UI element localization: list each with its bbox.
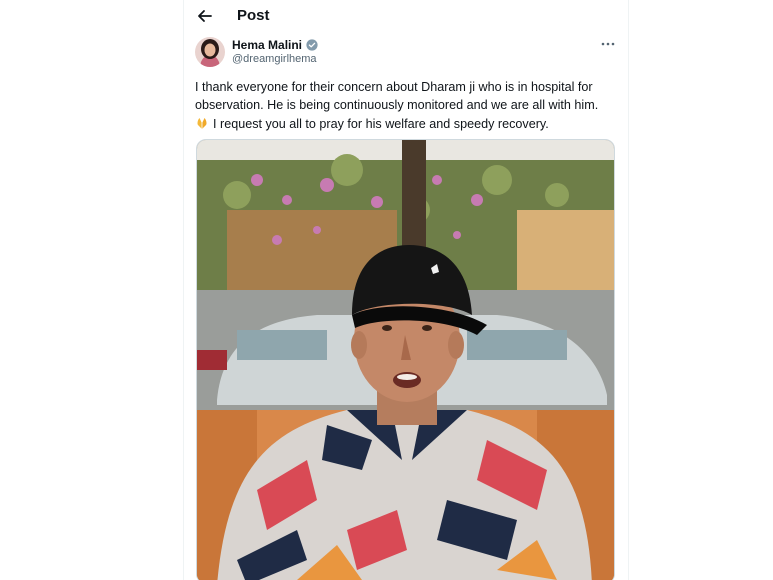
page-title: Post: [237, 7, 270, 24]
more-options-icon[interactable]: [598, 37, 618, 51]
author-handle[interactable]: @dreamgirlhema: [232, 53, 317, 65]
author-name[interactable]: Hema Malini: [232, 38, 302, 52]
tweet-text-line: observation. He is being continuously mo…: [195, 98, 599, 113]
post-column: Post Hema Malini @dreamgirlhema I thank …: [183, 0, 629, 580]
post-header: Post: [184, 0, 628, 34]
avatar[interactable]: [195, 37, 225, 67]
tweet-text-line: I request you all to pray for his welfar…: [195, 115, 620, 133]
folded-hands-emoji: [197, 117, 207, 129]
tweet-text-line-3: I request you all to pray for his welfar…: [213, 116, 549, 131]
arrow-left-icon[interactable]: [194, 6, 216, 26]
author-row: Hema Malini: [232, 38, 318, 52]
tweet-photo[interactable]: [196, 139, 615, 580]
tweet-text-line: I thank everyone for their concern about…: [195, 80, 593, 94]
verified-badge-icon: [306, 39, 318, 51]
tweet-text: I thank everyone for their concern about…: [195, 78, 620, 133]
